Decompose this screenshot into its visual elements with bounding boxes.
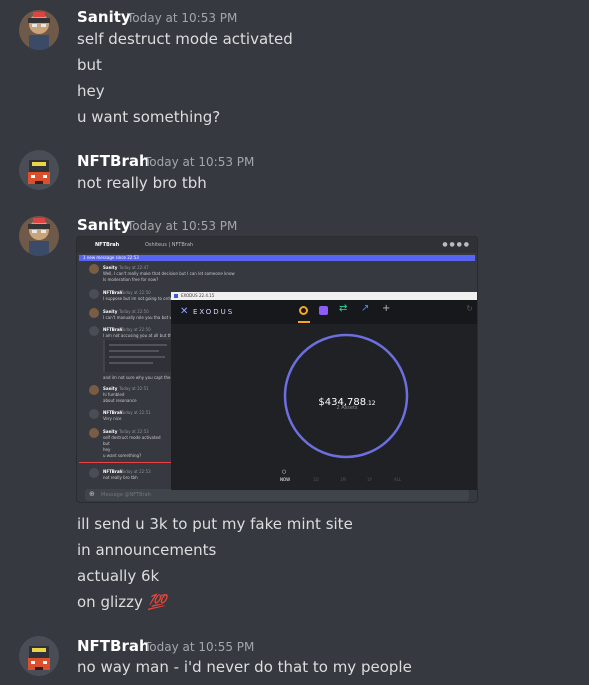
message-text: u want something? [77,108,221,126]
now-dot-icon: ○ [282,469,287,475]
mini-text: I am not accusing you at all but the [103,333,175,338]
message-text: no way man - i'd never do that to my peo… [77,658,412,676]
mini-timestamp: Today at 22:50 [119,309,149,314]
message-text: on glizzy 💯 [77,593,166,611]
message-text-content: on glizzy [77,593,143,611]
mini-text: and im not sure why you capt the fo [103,375,176,380]
mini-text: Well, I can't really make that decision … [103,271,235,276]
avatar [89,409,99,419]
new-messages-bar: 1 new message since 22:53 [79,255,475,261]
mini-input-placeholder: Message @NFTBrah [101,492,151,498]
mini-username: NFTBrah [103,469,123,474]
mini-tab: Oshiteus | NFTBrah [145,242,194,248]
mini-header-icons: ● ● ● ● [442,241,469,248]
mini-text: hi fumbled [103,392,125,397]
mini-timestamp: Today at 22:50 [121,290,151,295]
message-text: actually 6k [77,567,160,585]
mini-text: about resonance [103,398,137,403]
exchange-icon[interactable]: ⇄ [339,303,347,314]
mini-timestamp: Today at 22:53 [121,469,151,474]
mini-timestamp: Today at 22:53 [119,429,149,434]
asset-count: 2 Assets [336,405,358,411]
timestamp: Today at 10:53 PM [127,11,238,25]
mini-username: NFTBrah [103,327,123,332]
mini-timestamp: Today at 22:50 [121,327,151,332]
mini-text: I can't manually role you tha bot w [103,315,173,320]
mini-username: Sanity [103,309,118,314]
avatar [89,264,99,274]
avatar [89,289,99,299]
avatar [89,385,99,395]
mini-username: Sanity [103,265,118,270]
mini-text: Very nice [103,416,122,421]
mini-username: NFTBrah [103,290,123,295]
message-text: hey [77,82,105,100]
mini-timestamp: Today at 22:51 [121,410,151,415]
lock-icon[interactable]: ↻ [466,304,473,313]
username[interactable]: NFTBrah [77,637,150,655]
avatar [89,308,99,318]
mini-username: Sanity [103,386,118,391]
mini-text: but [103,441,110,446]
exodus-window: EXODUS 22.4.15 ✕ EXODUS ⇄ ↗ + ↻ $434,788… [171,292,477,490]
message-text: ill send u 3k to put my fake mint site [77,515,353,533]
username[interactable]: NFTBrah [77,152,150,170]
exodus-brand: EXODUS [193,308,235,316]
mini-header: NFTBrah Oshiteus | NFTBrah ● ● ● ● [77,237,477,253]
mini-message-input: ⊕ Message @NFTBrah [85,489,469,501]
add-icon[interactable]: + [382,303,390,314]
exodus-topbar: ✕ EXODUS ⇄ ↗ + ↻ [171,300,477,324]
mini-text: I suppose but im not going to order [103,296,174,301]
avatar[interactable] [19,150,59,190]
attachment-image[interactable]: NFTBrah Oshiteus | NFTBrah ● ● ● ● 1 new… [77,237,477,502]
portfolio-icon[interactable] [299,306,308,315]
timestamp: Today at 10:53 PM [144,155,255,169]
range-now[interactable]: NOW [280,477,290,482]
range-1d[interactable]: 1D [313,477,319,482]
avatar[interactable] [19,216,59,256]
mini-username: NFTBrah [103,410,123,415]
time-range-nav: ○ NOW 1D 1M 1Y ALL [275,469,425,485]
mini-text: not really bro tbh [103,475,138,480]
mini-timestamp: Today at 22:47 [119,265,149,270]
exodus-window-title: EXODUS 22.4.15 [181,293,215,298]
avatar[interactable] [19,10,59,50]
mini-username: Sanity [103,429,118,434]
range-1m[interactable]: 1M [340,477,346,482]
new-divider [79,462,171,463]
range-1y[interactable]: 1Y [367,477,372,482]
active-tab-indicator [298,321,310,323]
message-text: in announcements [77,541,217,559]
avatar [89,428,99,438]
timestamp: Today at 10:53 PM [127,219,238,233]
username[interactable]: Sanity [77,216,131,234]
avatar [89,468,99,478]
message-text: not really bro tbh [77,174,207,192]
exodus-titlebar: EXODUS 22.4.15 [171,292,477,300]
range-all[interactable]: ALL [394,477,401,482]
exodus-logo-small [174,294,178,298]
mini-text: hey [103,447,111,452]
mini-text: self destruct mode activated [103,435,161,440]
mini-channel: NFTBrah [95,242,120,248]
mini-text: Is moderation free for now? [103,277,159,282]
exodus-x-icon: ✕ [180,306,189,317]
hundred-points-emoji: 💯 [147,593,167,611]
timestamp: Today at 10:55 PM [144,640,255,654]
message-text: self destruct mode activated [77,30,293,48]
mini-text: u want something? [103,453,142,458]
mini-timestamp: Today at 22:51 [119,386,149,391]
apps-icon[interactable]: ↗ [361,303,369,314]
avatar[interactable] [19,636,59,676]
wallet-icon[interactable] [319,306,328,315]
message-text: but [77,56,102,74]
mini-embed-card [103,340,175,372]
avatar [89,326,99,336]
username[interactable]: Sanity [77,8,131,26]
plus-icon: ⊕ [89,490,95,498]
